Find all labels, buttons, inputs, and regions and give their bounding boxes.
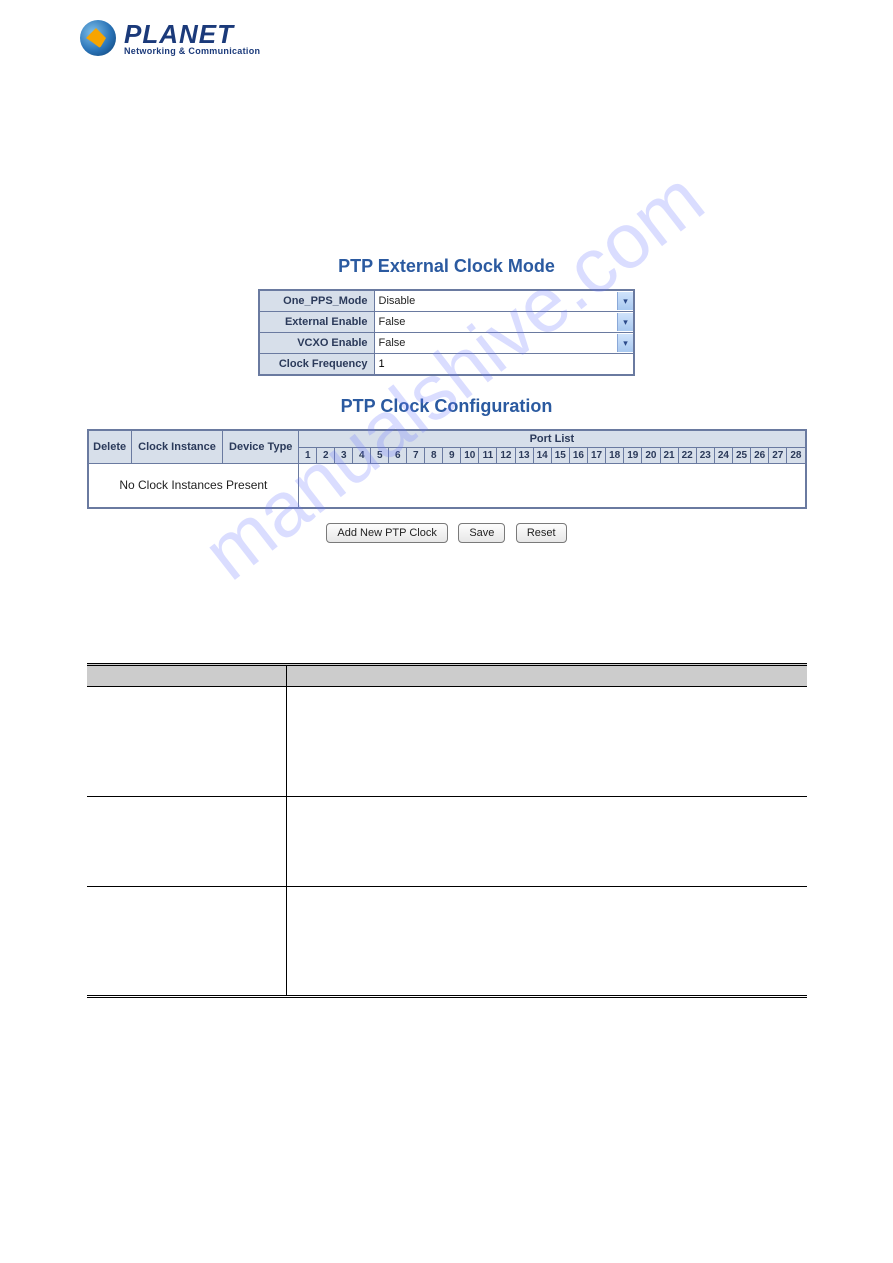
chevron-down-icon: ▾ (617, 292, 633, 310)
one-pps-mode-select[interactable]: Disable ▾ (375, 291, 634, 311)
desc-cell (287, 796, 807, 886)
port-col-14: 14 (533, 448, 551, 464)
cfg-title: PTP Clock Configuration (87, 396, 807, 417)
select-value: Disable (379, 295, 416, 307)
select-value: False (379, 337, 406, 349)
port-col-22: 22 (678, 448, 696, 464)
port-col-24: 24 (714, 448, 732, 464)
brand-logo: PLANET Networking & Communication (80, 20, 893, 56)
col-port-list: Port List (299, 430, 806, 448)
ext-clock-table: One_PPS_Mode Disable ▾ External Enable F… (258, 289, 635, 376)
desc-cell (87, 686, 287, 796)
port-col-21: 21 (660, 448, 678, 464)
desc-header-object (87, 664, 287, 686)
ext-row-label: Clock Frequency (259, 354, 374, 376)
port-col-15: 15 (551, 448, 569, 464)
save-button[interactable]: Save (458, 523, 505, 543)
port-col-1: 1 (299, 448, 317, 464)
port-col-2: 2 (317, 448, 335, 464)
col-delete: Delete (88, 430, 132, 464)
port-col-27: 27 (769, 448, 787, 464)
clock-frequency-input[interactable] (375, 354, 634, 374)
desc-cell (87, 886, 287, 996)
ext-clock-title: PTP External Clock Mode (87, 256, 807, 277)
chevron-down-icon: ▾ (617, 334, 633, 352)
port-col-26: 26 (751, 448, 769, 464)
no-instances-msg: No Clock Instances Present (88, 464, 299, 508)
logo-text: PLANET Networking & Communication (124, 21, 260, 56)
port-col-17: 17 (588, 448, 606, 464)
empty-port-area (299, 464, 806, 508)
port-col-19: 19 (624, 448, 642, 464)
port-col-11: 11 (479, 448, 497, 464)
port-col-25: 25 (733, 448, 751, 464)
port-col-18: 18 (606, 448, 624, 464)
port-col-28: 28 (787, 448, 806, 464)
port-col-7: 7 (407, 448, 425, 464)
external-enable-select[interactable]: False ▾ (375, 312, 634, 332)
vcxo-enable-select[interactable]: False ▾ (375, 333, 634, 353)
ptp-clock-config-table: Delete Clock Instance Device Type Port L… (87, 429, 807, 509)
col-clock-instance: Clock Instance (131, 430, 222, 464)
ext-row-label: One_PPS_Mode (259, 290, 374, 312)
chevron-down-icon: ▾ (617, 313, 633, 331)
port-col-5: 5 (371, 448, 389, 464)
reset-button[interactable]: Reset (516, 523, 567, 543)
ext-row-label: VCXO Enable (259, 333, 374, 354)
port-col-3: 3 (335, 448, 353, 464)
description-table-area (87, 663, 807, 998)
add-new-ptp-clock-button[interactable]: Add New PTP Clock (326, 523, 447, 543)
planet-globe-icon (80, 20, 116, 56)
port-col-12: 12 (497, 448, 515, 464)
port-col-16: 16 (569, 448, 587, 464)
desc-header-description (287, 664, 807, 686)
desc-cell (287, 886, 807, 996)
port-col-4: 4 (353, 448, 371, 464)
desc-cell (287, 686, 807, 796)
select-value: False (379, 316, 406, 328)
ext-row-label: External Enable (259, 312, 374, 333)
port-col-8: 8 (425, 448, 443, 464)
logo-tagline: Networking & Communication (124, 47, 260, 56)
col-device-type: Device Type (223, 430, 299, 464)
logo-brand: PLANET (124, 21, 260, 47)
port-col-6: 6 (389, 448, 407, 464)
port-col-10: 10 (461, 448, 479, 464)
port-col-23: 23 (696, 448, 714, 464)
port-col-13: 13 (515, 448, 533, 464)
desc-cell (87, 796, 287, 886)
button-row: Add New PTP Clock Save Reset (87, 523, 807, 543)
port-col-9: 9 (443, 448, 461, 464)
port-col-20: 20 (642, 448, 660, 464)
